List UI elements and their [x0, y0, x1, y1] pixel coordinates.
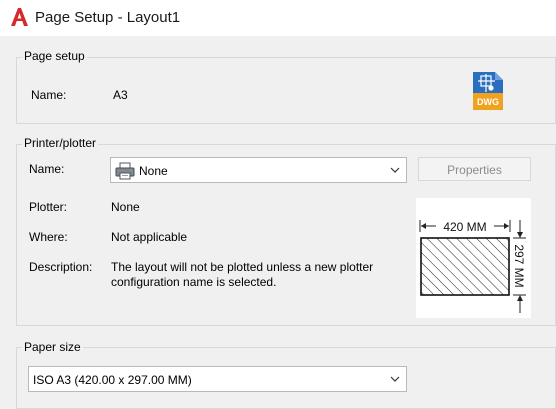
where-value: Not applicable: [111, 230, 188, 244]
dwg-icon-text: DWG: [477, 97, 499, 107]
printer-plotter-legend: Printer/plotter: [22, 136, 99, 150]
page-setup-name-value: A3: [113, 88, 128, 102]
page-setup-name-label: Name:: [31, 88, 67, 102]
printer-name-dropdown[interactable]: None: [110, 157, 407, 183]
chevron-down-icon: [390, 376, 400, 382]
window-title: Page Setup - Layout1: [35, 9, 181, 26]
plotter-value: None: [111, 200, 140, 214]
page-setup-legend: Page setup: [22, 49, 87, 63]
chevron-down-icon: [390, 167, 400, 173]
description-line-1: The layout will not be plotted unless a …: [111, 260, 374, 274]
paper-size-value: ISO A3 (420.00 x 297.00 MM): [33, 373, 192, 387]
printer-icon: [115, 162, 135, 180]
description-label: Description:: [29, 260, 93, 274]
dwg-file-icon: DWG: [473, 72, 503, 110]
paper-height-label: 297 MM: [512, 244, 526, 287]
printer-name-value: None: [139, 164, 168, 178]
paper-preview-drawing: 420 MM 297 MM: [419, 220, 526, 313]
plotter-label: Plotter:: [29, 200, 68, 214]
paper-width-label: 420 MM: [443, 220, 486, 234]
title-bar: Page Setup - Layout1: [0, 0, 556, 36]
paper-preview: 420 MM 297 MM: [416, 198, 531, 318]
autocad-logo-icon: [11, 8, 28, 26]
where-label: Where:: [29, 230, 68, 244]
printer-name-label: Name:: [29, 162, 65, 176]
paper-size-legend: Paper size: [22, 340, 83, 354]
properties-button[interactable]: Properties: [418, 157, 531, 181]
paper-size-dropdown[interactable]: ISO A3 (420.00 x 297.00 MM): [28, 366, 407, 392]
description-line-2: configuration name is selected.: [111, 275, 277, 289]
